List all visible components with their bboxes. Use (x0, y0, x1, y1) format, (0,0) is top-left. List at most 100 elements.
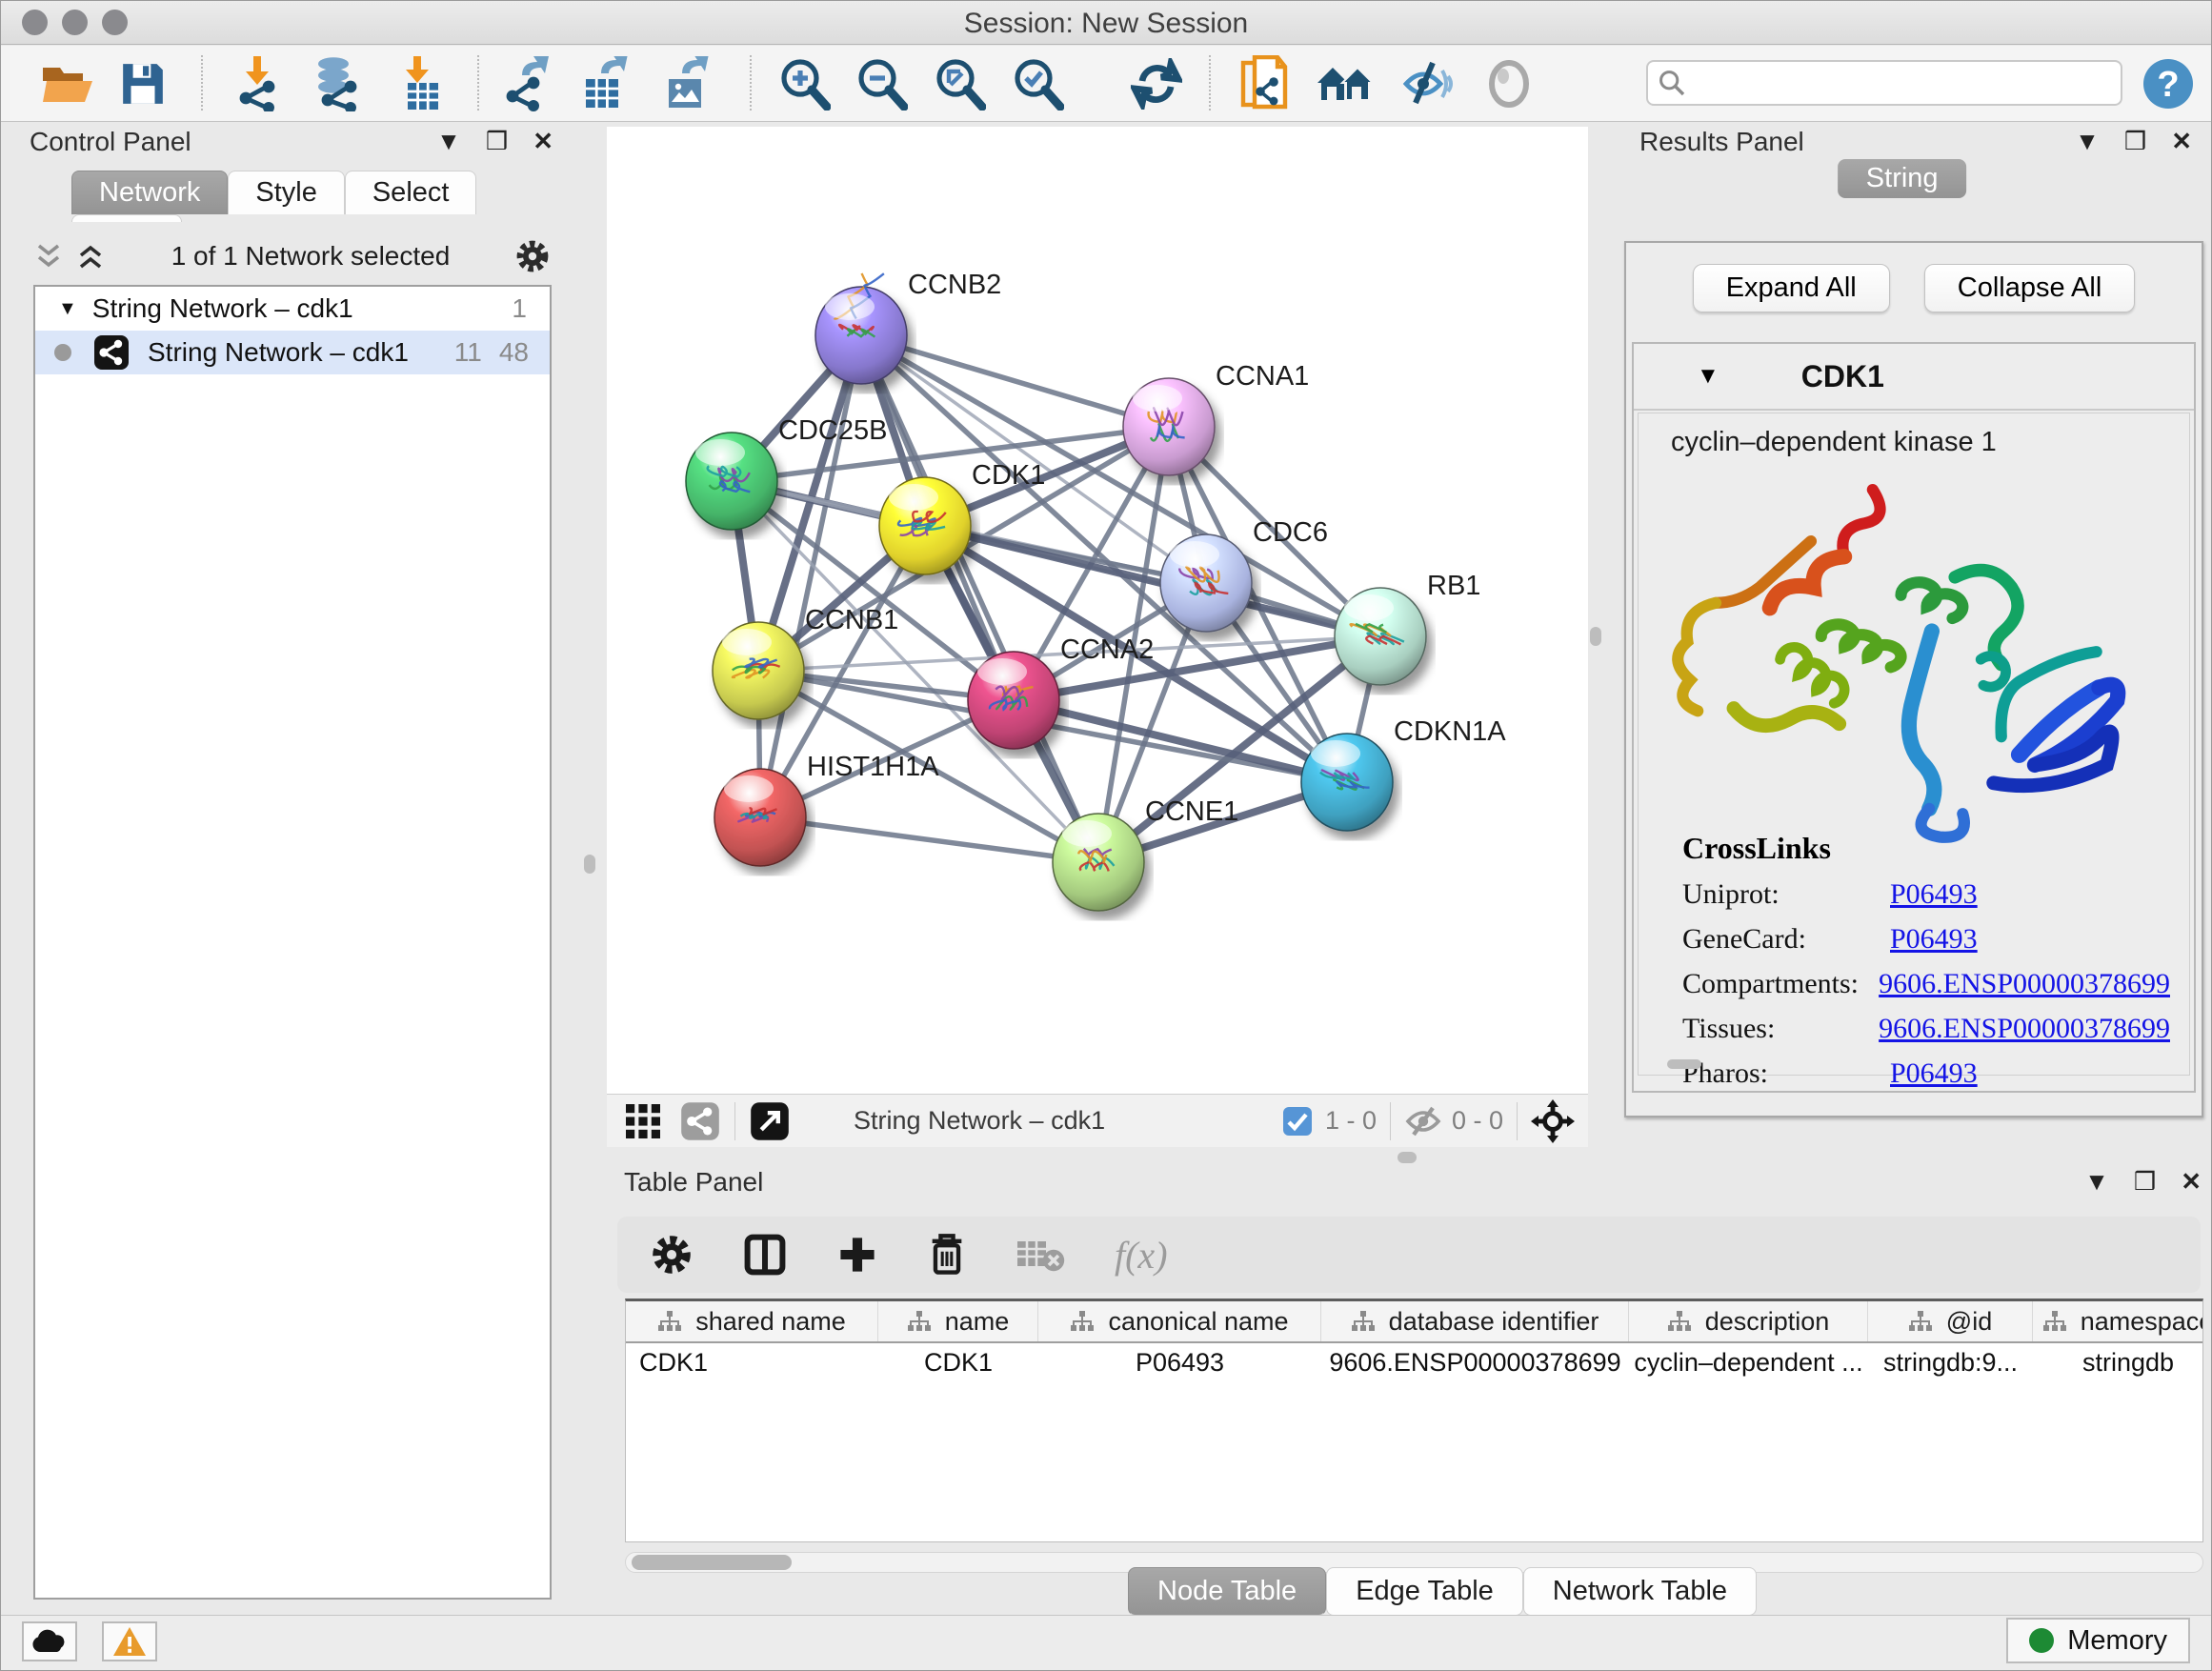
float-panel-icon[interactable]: ❒ (486, 127, 508, 156)
section-collapse-icon[interactable]: ▼ (1697, 363, 1719, 390)
expand-all-button[interactable]: Expand All (1693, 264, 1890, 312)
table-cell[interactable]: 9606.ENSP00000378699 (1321, 1343, 1629, 1381)
zoom-fit-button[interactable] (930, 54, 989, 113)
network-node-cdkn1a[interactable]: CDKN1A (1301, 716, 1506, 831)
float-panel-icon[interactable]: ❒ (2124, 127, 2146, 156)
copy-network-button[interactable] (1236, 54, 1295, 113)
cloud-status-button[interactable] (22, 1621, 77, 1661)
show-columns-button[interactable] (743, 1233, 787, 1277)
table-options-button[interactable] (650, 1233, 694, 1277)
import-network-database-button[interactable] (308, 54, 367, 113)
column-header-namespace[interactable]: namespace (2033, 1301, 2203, 1341)
memory-button[interactable]: Memory (2006, 1618, 2190, 1663)
network-node-ccnb1[interactable]: CCNB1 (713, 605, 898, 719)
home-button[interactable] (1316, 54, 1375, 113)
table-cell[interactable]: CDK1 (626, 1343, 878, 1381)
node-label-cdc25b: CDC25B (778, 415, 887, 446)
export-image-button[interactable] (658, 54, 717, 113)
detach-view-icon[interactable] (749, 1100, 791, 1142)
delete-column-button[interactable] (928, 1233, 966, 1277)
network-node-ccna1[interactable]: CCNA1 (1123, 361, 1309, 475)
table-cell[interactable]: CDK1 (878, 1343, 1038, 1381)
birdseye-icon[interactable] (1531, 1099, 1575, 1143)
network-row[interactable]: String Network – cdk1 11 48 (35, 331, 550, 374)
column-header-description[interactable]: description (1629, 1301, 1868, 1341)
tab-network-table[interactable]: Network Table (1523, 1567, 1757, 1616)
string-view-icon[interactable] (679, 1100, 721, 1142)
table-scrollbar-thumb[interactable] (632, 1555, 792, 1570)
column-header-canonical-name[interactable]: canonical name (1038, 1301, 1321, 1341)
import-table-button[interactable] (392, 54, 451, 113)
create-column-button[interactable] (836, 1234, 878, 1276)
zoom-in-button[interactable] (774, 54, 834, 113)
function-builder-button[interactable]: f(x) (1115, 1233, 1168, 1278)
collapse-all-button[interactable]: Collapse All (1924, 264, 2136, 312)
network-edge-ccnb2-hist1h1a[interactable] (760, 335, 861, 817)
column-header--id[interactable]: @id (1868, 1301, 2033, 1341)
network-edge-hist1h1a-ccne1[interactable] (760, 817, 1098, 862)
close-panel-icon[interactable]: ✕ (2181, 1167, 2202, 1197)
tab-select[interactable]: Select (345, 171, 477, 214)
grid-view-icon[interactable] (622, 1100, 664, 1142)
export-table-button[interactable] (576, 54, 635, 113)
column-header-database-identifier[interactable]: database identifier (1321, 1301, 1629, 1341)
cdk1-section-header[interactable]: ▼ CDK1 (1634, 344, 2194, 411)
collapse-all-icon[interactable] (33, 242, 66, 271)
float-panel-icon[interactable]: ❒ (2134, 1167, 2156, 1197)
tab-string[interactable]: String (1838, 159, 1967, 198)
export-network-button[interactable] (500, 54, 559, 113)
trash-icon (928, 1233, 966, 1277)
close-panel-icon[interactable]: ✕ (533, 127, 553, 156)
table-cell[interactable]: stringdb (2033, 1343, 2203, 1381)
table-cell[interactable]: cyclin–dependent ... (1629, 1343, 1868, 1381)
crosslink-link[interactable]: 9606.ENSP00000378699 (1879, 1013, 2170, 1045)
splitter-handle-right[interactable] (1590, 627, 1601, 646)
crosslink-link[interactable]: P06493 (1890, 923, 1978, 956)
tab-network[interactable]: Network (71, 171, 228, 214)
panel-menu-icon[interactable]: ▼ (436, 127, 461, 156)
panel-menu-icon[interactable]: ▼ (2075, 127, 2100, 156)
tree-expander-icon[interactable]: ▼ (58, 298, 77, 320)
help-icon: ? (2142, 57, 2195, 111)
tab-node-table[interactable]: Node Table (1128, 1567, 1326, 1616)
show-all-button[interactable] (1479, 54, 1538, 113)
open-session-button[interactable] (39, 54, 98, 113)
selected-checkbox-icon[interactable] (1281, 1105, 1314, 1137)
refresh-button[interactable] (1127, 54, 1186, 113)
results-scrollbar-thumb[interactable] (1667, 1059, 1701, 1069)
columns-icon (743, 1233, 787, 1277)
import-network-file-button[interactable] (228, 54, 287, 113)
network-collection-row[interactable]: ▼ String Network – cdk1 1 (35, 287, 550, 331)
search-input[interactable] (1686, 69, 2121, 98)
network-node-rb1[interactable]: RB1 (1335, 571, 1480, 685)
splitter-handle-left[interactable] (584, 855, 595, 874)
column-header-name[interactable]: name (878, 1301, 1038, 1341)
network-canvas[interactable]: CCNB2CCNA1CDC25BCDK1CDC6RB1CCNB1CCNA2CDK… (607, 127, 1588, 1094)
column-header-shared-name[interactable]: shared name (626, 1301, 878, 1341)
crosslink-link[interactable]: P06493 (1890, 1057, 1978, 1090)
close-panel-icon[interactable]: ✕ (2171, 127, 2192, 156)
zoom-selected-button[interactable] (1008, 54, 1067, 113)
node-table[interactable]: shared namenamecanonical namedatabase id… (625, 1299, 2203, 1542)
warnings-button[interactable] (102, 1621, 157, 1661)
gear-icon[interactable] (513, 237, 552, 275)
network-edge-ccnb2-ccne1[interactable] (861, 335, 1098, 862)
expand-all-icon[interactable] (75, 242, 108, 271)
table-cell[interactable]: P06493 (1038, 1343, 1321, 1381)
help-button[interactable]: ? (2139, 54, 2198, 113)
hide-selected-button[interactable] (1398, 54, 1457, 113)
zoom-out-button[interactable] (852, 54, 911, 113)
tab-edge-table[interactable]: Edge Table (1326, 1567, 1523, 1616)
table-row[interactable]: CDK1CDK1P064939606.ENSP00000378699cyclin… (626, 1343, 2202, 1381)
tab-style[interactable]: Style (228, 171, 344, 214)
hidden-eye-icon[interactable] (1404, 1104, 1442, 1138)
save-session-button[interactable] (113, 54, 172, 113)
delete-table-button[interactable] (1016, 1236, 1065, 1274)
table-cell[interactable]: stringdb:9... (1868, 1343, 2033, 1381)
crosslink-link[interactable]: P06493 (1890, 878, 1978, 911)
crosslink-link[interactable]: 9606.ENSP00000378699 (1879, 968, 2170, 1000)
network-node-hist1h1a[interactable]: HIST1H1A (714, 752, 939, 866)
network-node-ccne1[interactable]: CCNE1 (1053, 796, 1238, 911)
panel-menu-icon[interactable]: ▼ (2084, 1167, 2109, 1197)
export-image-icon (661, 56, 714, 111)
